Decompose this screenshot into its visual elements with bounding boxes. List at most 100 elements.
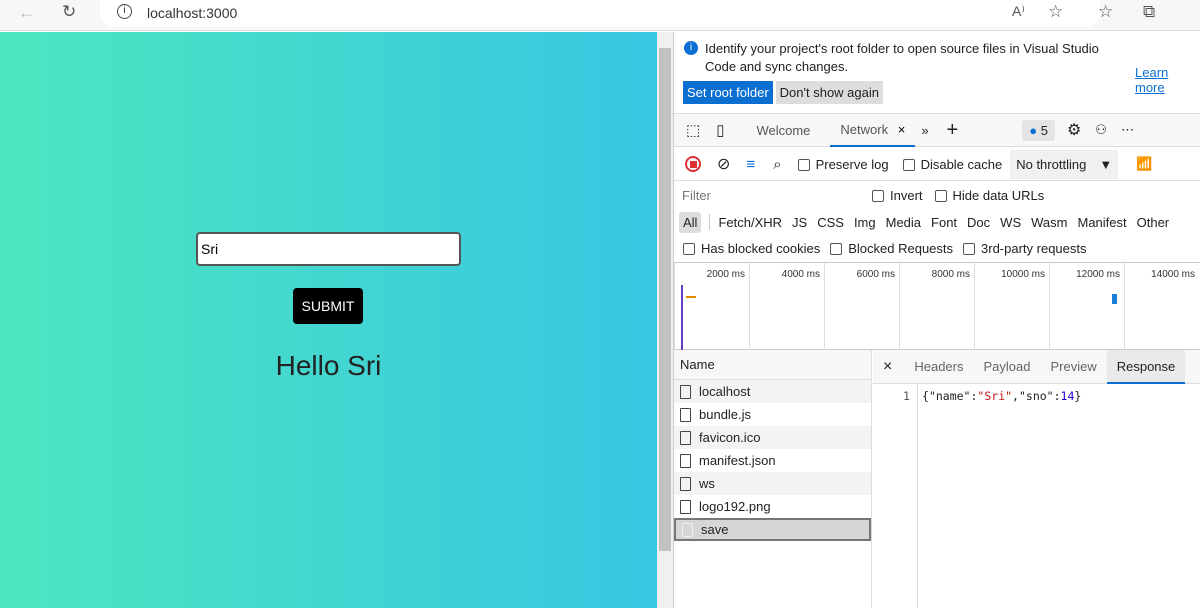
checkbox[interactable]	[830, 243, 843, 256]
tab-network[interactable]: Network ×	[830, 113, 916, 147]
inspect-icon[interactable]: ⬚	[686, 121, 700, 139]
label: Invert	[890, 187, 923, 203]
blocked-requests-checkbox[interactable]: Blocked Requests	[830, 241, 953, 256]
message-icon: ●	[1029, 122, 1038, 138]
type-filter-js[interactable]: JS	[792, 215, 807, 230]
filter-icon[interactable]: ≡	[746, 156, 755, 173]
type-filter-wasm[interactable]: Wasm	[1031, 215, 1067, 230]
close-icon[interactable]: ×	[898, 122, 906, 137]
info-icon: i	[684, 41, 698, 55]
more-tabs-icon[interactable]: »	[921, 123, 928, 138]
request-row[interactable]: manifest.json	[674, 449, 871, 472]
json-key: "sno"	[1018, 389, 1054, 403]
request-row[interactable]: logo192.png	[674, 495, 871, 518]
set-root-folder-button[interactable]: Set root folder	[683, 81, 773, 104]
name-input[interactable]	[196, 232, 461, 266]
type-filter-other[interactable]: Other	[1137, 215, 1170, 230]
request-row[interactable]: save	[674, 518, 871, 541]
separator	[709, 214, 711, 230]
info-icon[interactable]: i	[117, 4, 132, 19]
checkbox[interactable]	[797, 159, 810, 172]
tab-label: Network	[840, 122, 889, 137]
throttling-select[interactable]: No throttling ▼	[1010, 149, 1119, 179]
type-filter-css[interactable]: CSS	[817, 215, 844, 230]
issues-button[interactable]: ● 5	[1022, 119, 1055, 141]
timeline-tick: 14000 ms	[1124, 263, 1199, 351]
favorite-add-icon[interactable]: ☆	[1048, 2, 1063, 22]
scrollbar-thumb[interactable]	[659, 48, 671, 551]
json-number: 14	[1060, 389, 1075, 403]
checkbox[interactable]	[872, 190, 884, 203]
network-overview[interactable]: 2000 ms 4000 ms 6000 ms 8000 ms 10000 ms 1200…	[674, 262, 1200, 351]
request-row[interactable]: ws	[674, 472, 871, 495]
tab-headers[interactable]: Headers	[904, 350, 973, 384]
brace: }	[1074, 389, 1082, 403]
request-row[interactable]: localhost	[674, 380, 871, 403]
preserve-log-checkbox[interactable]: Preserve log	[797, 156, 889, 172]
tab-payload[interactable]: Payload	[973, 350, 1040, 384]
collections-icon[interactable]: ⧉	[1143, 2, 1155, 22]
close-icon[interactable]: ×	[883, 358, 892, 376]
label: Preserve log	[815, 156, 889, 172]
request-row[interactable]: bundle.js	[674, 403, 871, 426]
request-row[interactable]: favicon.ico	[674, 426, 871, 449]
request-name: ws	[699, 476, 715, 491]
blocked-cookies-checkbox[interactable]: Has blocked cookies	[683, 241, 820, 256]
url-text[interactable]: localhost:3000	[147, 5, 237, 21]
submit-button[interactable]: SUBMIT	[293, 288, 363, 324]
third-party-checkbox[interactable]: 3rd-party requests	[963, 241, 1087, 256]
search-icon[interactable]: ⌕	[773, 156, 781, 173]
stop-square	[689, 160, 697, 168]
line-number: 1	[903, 389, 910, 403]
more-options-icon[interactable]: ⋯	[1121, 122, 1134, 138]
gutter-divider	[917, 384, 918, 608]
checkbox[interactable]	[902, 159, 915, 172]
type-filter-media[interactable]: Media	[886, 215, 921, 230]
checkbox[interactable]	[683, 243, 695, 256]
tab-welcome[interactable]: Welcome	[746, 123, 820, 138]
invert-checkbox[interactable]: Invert	[872, 188, 923, 203]
json-string: "Sri"	[977, 389, 1013, 403]
tab-preview[interactable]: Preview	[1040, 350, 1106, 384]
favorites-icon[interactable]: ☆	[1098, 2, 1113, 22]
name-column-header[interactable]: Name	[674, 350, 871, 380]
dont-show-again-button[interactable]: Don't show again	[775, 81, 883, 104]
read-aloud-icon[interactable]: A⁾	[1012, 3, 1025, 20]
label: Blocked Requests	[848, 240, 954, 256]
network-conditions-icon[interactable]: 📶	[1136, 156, 1152, 172]
hide-data-urls-checkbox[interactable]: Hide data URLs	[934, 187, 1045, 203]
type-filter-doc[interactable]: Doc	[967, 215, 990, 230]
type-filter-img[interactable]: Img	[854, 215, 876, 230]
response-body[interactable]: {"name":"Sri","sno":14}	[922, 389, 1081, 403]
timeline-tick: 10000 ms	[974, 263, 1049, 351]
issues-count: 5	[1040, 122, 1048, 138]
gear-icon[interactable]: ⚙	[1067, 120, 1081, 140]
checkbox[interactable]	[963, 243, 976, 256]
add-tab-icon[interactable]: +	[947, 119, 959, 142]
type-filter-all[interactable]: All	[679, 211, 702, 233]
checkbox[interactable]	[934, 190, 947, 203]
file-icon	[680, 499, 691, 514]
back-icon[interactable]: ←	[18, 3, 35, 23]
feedback-icon[interactable]: ⚇	[1095, 122, 1107, 138]
type-filter-manifest[interactable]: Manifest	[1077, 215, 1126, 230]
tab-response[interactable]: Response	[1106, 349, 1186, 384]
request-name: bundle.js	[699, 407, 752, 422]
type-filter-font[interactable]: Font	[931, 215, 957, 230]
clear-icon[interactable]: ⊘	[717, 154, 730, 174]
refresh-icon[interactable]: ↻	[62, 2, 76, 22]
label: Has blocked cookies	[701, 240, 821, 256]
filter-input[interactable]	[678, 185, 858, 205]
label: Hide data URLs	[952, 187, 1045, 203]
infobar-message: Identify your project's root folder to o…	[705, 41, 1099, 74]
disable-cache-checkbox[interactable]: Disable cache	[902, 157, 1002, 172]
label: 3rd-party requests	[981, 240, 1087, 256]
address-bar[interactable]: i localhost:3000 A⁾ ☆	[100, 0, 1100, 27]
type-filter-ws[interactable]: WS	[1000, 215, 1021, 230]
device-emulation-icon[interactable]: ▯	[716, 121, 724, 139]
type-filter-fetchxhr[interactable]: Fetch/XHR	[718, 215, 782, 230]
record-icon[interactable]	[685, 156, 701, 172]
learn-more-link[interactable]: Learn more	[1135, 65, 1200, 95]
timeline-tick: 8000 ms	[899, 263, 974, 351]
request-name: localhost	[699, 384, 751, 399]
